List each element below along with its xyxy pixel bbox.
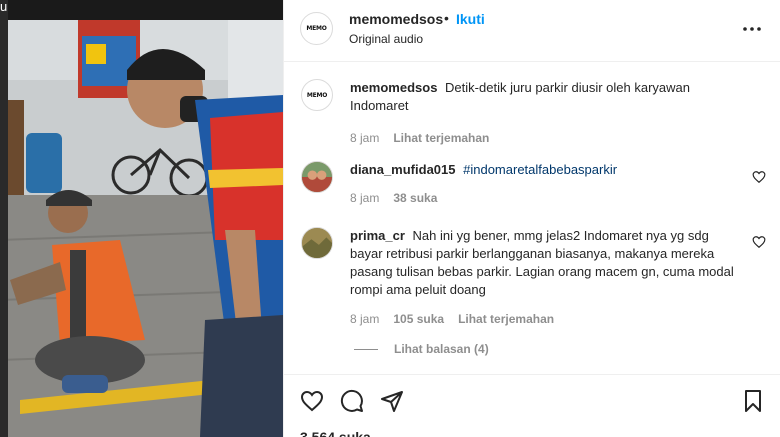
commenter-avatar[interactable]: [301, 227, 333, 259]
comment-text: Nah ini yg bener, mmg jelas2 Indomaret n…: [350, 228, 734, 297]
share-paper-plane-icon[interactable]: [380, 389, 404, 413]
comment-likes[interactable]: 105 suka: [393, 310, 444, 328]
comment-hashtag-link[interactable]: #indomaretalfabebasparkir: [463, 162, 617, 177]
comment-username[interactable]: diana_mufida015: [350, 162, 456, 177]
separator-dot: •: [444, 10, 449, 26]
comment-meta: 8 jam 105 suka Lihat terjemahan: [350, 310, 742, 328]
like-comment-heart-icon[interactable]: [752, 235, 766, 249]
like-heart-icon[interactable]: [300, 389, 324, 413]
audio-label[interactable]: Original audio: [349, 32, 423, 46]
replies-divider: [354, 348, 378, 350]
view-replies-label: Lihat balasan (4): [394, 342, 489, 356]
comment-time[interactable]: 8 jam: [350, 310, 379, 328]
commenter-avatar-photo: [302, 228, 332, 258]
comment-time[interactable]: 8 jam: [350, 189, 379, 207]
follow-button[interactable]: Ikuti: [456, 11, 485, 27]
media-top-bar: [0, 0, 283, 20]
caption-body: memomedsos Detik-detik juru parkir diusi…: [350, 79, 742, 147]
corner-text: u: [0, 0, 8, 14]
commenter-avatar-photo: [302, 162, 332, 192]
caption-avatar-logo: MEMO: [306, 91, 328, 99]
caption-avatar[interactable]: MEMO: [301, 79, 333, 111]
action-bar: 3.564 suka: [284, 374, 780, 437]
post-photo: [0, 0, 283, 437]
caption-time[interactable]: 8 jam: [350, 129, 379, 147]
author-username[interactable]: memomedsos: [349, 11, 443, 27]
caption-meta: 8 jam Lihat terjemahan: [350, 129, 742, 147]
comment-body: prima_cr Nah ini yg bener, mmg jelas2 In…: [350, 227, 742, 328]
save-bookmark-icon[interactable]: [741, 389, 765, 413]
more-options-button[interactable]: [740, 17, 764, 41]
comment-meta: 8 jam 38 suka: [350, 189, 742, 207]
comment-bubble-icon[interactable]: [340, 389, 364, 413]
caption-username[interactable]: memomedsos: [350, 80, 437, 95]
comment-likes[interactable]: 38 suka: [393, 189, 437, 207]
author-avatar[interactable]: MEMO: [300, 12, 333, 45]
author-avatar-logo: MEMO: [306, 25, 327, 32]
comment-username[interactable]: prima_cr: [350, 228, 405, 243]
comments-section: MEMO memomedsos Detik-detik juru parkir …: [284, 62, 780, 374]
commenter-avatar[interactable]: [301, 161, 333, 193]
caption-translate-link[interactable]: Lihat terjemahan: [393, 129, 489, 147]
likes-count[interactable]: 3.564 suka: [300, 429, 371, 437]
comment-translate-link[interactable]: Lihat terjemahan: [458, 310, 554, 328]
more-icon: [743, 27, 761, 31]
view-replies-button[interactable]: Lihat balasan (4): [354, 342, 489, 356]
post-media[interactable]: u: [0, 0, 283, 437]
like-comment-heart-icon[interactable]: [752, 170, 766, 184]
post-header: MEMO memomedsos • Ikuti Original audio: [284, 0, 780, 62]
media-left-bar: [0, 0, 8, 437]
post-panel: MEMO memomedsos • Ikuti Original audio M…: [283, 0, 780, 437]
comment-body: diana_mufida015 #indomaretalfabebasparki…: [350, 161, 742, 207]
